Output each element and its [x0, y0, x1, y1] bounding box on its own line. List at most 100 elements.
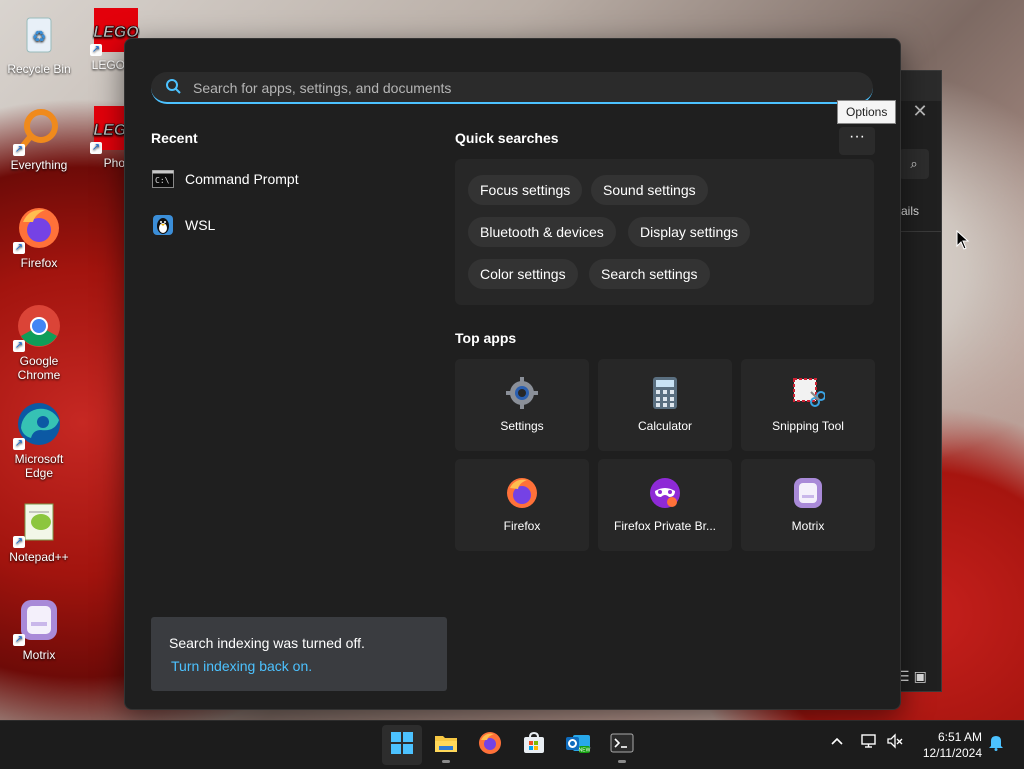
- quick-search-display-settings[interactable]: Display settings: [628, 217, 751, 247]
- notepad-plus-plus-icon: ↗: [13, 498, 63, 548]
- taskbar-outlook[interactable]: NEW: [558, 725, 598, 765]
- firefox-icon: [478, 731, 502, 760]
- quick-search-color-settings[interactable]: Color settings: [468, 259, 578, 289]
- top-app-label: Calculator: [637, 419, 693, 433]
- desktop-icon-notepad-plus-plus[interactable]: ↗ Notepad++: [3, 498, 75, 564]
- search-box[interactable]: [151, 72, 873, 104]
- snipping-tool-icon: [790, 375, 826, 411]
- quick-search-search-settings[interactable]: Search settings: [589, 259, 710, 289]
- top-app-motrix[interactable]: Motrix: [741, 459, 875, 551]
- command-prompt-icon: C:\: [151, 167, 175, 191]
- clock-time: 6:51 AM: [937, 730, 982, 744]
- microsoft-store-icon: [523, 731, 545, 759]
- top-app-label: Settings: [500, 419, 544, 433]
- top-app-snipping-tool[interactable]: Snipping Tool: [741, 359, 875, 451]
- recent-item-wsl[interactable]: WSL: [151, 207, 431, 243]
- desktop-icon-label: Firefox: [20, 256, 58, 270]
- top-app-label: Firefox Private Br...: [613, 519, 717, 533]
- desktop-icon-microsoft-edge[interactable]: ↗ Microsoft Edge: [3, 400, 75, 480]
- background-window-tab-label[interactable]: ails: [901, 204, 919, 218]
- desktop-icon-label: Microsoft Edge: [14, 452, 64, 480]
- recent-item-label: WSL: [185, 217, 216, 233]
- options-tooltip: Options: [837, 100, 897, 124]
- motrix-icon: ↗: [13, 596, 63, 646]
- top-app-firefox-private[interactable]: Firefox Private Br...: [598, 459, 732, 551]
- top-app-firefox[interactable]: Firefox: [455, 459, 589, 551]
- gear-icon: [504, 375, 540, 411]
- quick-searches-panel: Focus settings Sound settings Bluetooth …: [455, 159, 874, 305]
- taskbar-terminal[interactable]: [602, 725, 642, 765]
- svg-text:C:\: C:\: [155, 176, 170, 185]
- quick-search-sound-settings[interactable]: Sound settings: [591, 175, 708, 205]
- shortcut-arrow-icon: ↗: [13, 340, 25, 352]
- top-app-settings[interactable]: Settings: [455, 359, 589, 451]
- start-button[interactable]: [382, 725, 422, 765]
- terminal-icon: [610, 733, 634, 758]
- svg-text:NEW: NEW: [579, 747, 591, 753]
- top-app-label: Motrix: [791, 519, 825, 533]
- top-app-label: Snipping Tool: [772, 419, 844, 433]
- recent-item-command-prompt[interactable]: C:\ Command Prompt: [151, 161, 431, 197]
- bell-icon: [988, 736, 1004, 754]
- shortcut-arrow-icon: ↗: [13, 144, 25, 156]
- motrix-icon: [790, 475, 826, 511]
- shortcut-arrow-icon: ↗: [13, 438, 25, 450]
- volume-status[interactable]: [886, 733, 904, 752]
- notification-center-button[interactable]: [988, 733, 1004, 754]
- recent-title: Recent: [151, 130, 198, 146]
- outlook-icon: NEW: [565, 732, 591, 759]
- tiles-view-icon[interactable]: ▣: [914, 668, 931, 684]
- more-options-button[interactable]: ···: [839, 127, 875, 155]
- start-icon: [391, 731, 413, 759]
- shortcut-arrow-icon: ↗: [13, 634, 25, 646]
- desktop-icon-firefox[interactable]: ↗ Firefox: [3, 204, 75, 270]
- desktop-icon-recycle-bin[interactable]: ♻ Recycle Bin: [3, 10, 75, 76]
- desktop-icon-motrix[interactable]: ↗ Motrix: [3, 596, 75, 662]
- chevron-up-icon: [830, 733, 844, 749]
- search-input[interactable]: [191, 72, 855, 104]
- taskbar-file-explorer[interactable]: [426, 725, 466, 765]
- taskbar-firefox[interactable]: [470, 725, 510, 765]
- top-app-calculator[interactable]: Calculator: [598, 359, 732, 451]
- everything-search-icon: ↗: [13, 106, 63, 156]
- desktop-icon-everything[interactable]: ↗ Everything: [3, 106, 75, 172]
- search-icon: [165, 78, 181, 99]
- recent-item-label: Command Prompt: [185, 171, 299, 187]
- taskbar: NEW 6:51 AM 12/11/2024: [0, 720, 1024, 769]
- clock[interactable]: 6:51 AM 12/11/2024: [912, 729, 982, 761]
- desktop-icon-google-chrome[interactable]: ↗ Google Chrome: [3, 302, 75, 382]
- quick-search-focus-settings[interactable]: Focus settings: [468, 175, 583, 205]
- running-indicator: [442, 760, 450, 763]
- chrome-icon: ↗: [13, 302, 63, 352]
- top-app-label: Firefox: [503, 519, 541, 533]
- desktop-icon-label: Google Chrome: [17, 354, 61, 382]
- turn-indexing-on-link[interactable]: Turn indexing back on.: [171, 658, 312, 674]
- network-icon: [860, 734, 878, 752]
- background-window-search-button[interactable]: ⌕: [899, 149, 929, 179]
- desktop-icon-label: Everything: [10, 158, 68, 172]
- show-hidden-icons-button[interactable]: [830, 733, 844, 749]
- search-icon: ⌕: [910, 156, 918, 171]
- file-explorer-icon: [434, 733, 458, 758]
- recycle-bin-icon: ♻: [15, 10, 63, 58]
- wsl-penguin-icon: [151, 213, 175, 237]
- indexing-notice: Search indexing was turned off. Turn ind…: [151, 617, 447, 691]
- calculator-icon: [647, 375, 683, 411]
- shortcut-arrow-icon: ↗: [90, 44, 102, 56]
- mouse-cursor-icon: [956, 229, 970, 255]
- desktop-icon-label: Recycle Bin: [7, 62, 71, 76]
- shortcut-arrow-icon: ↗: [90, 142, 102, 154]
- background-window-close-button[interactable]: ✕: [902, 96, 938, 126]
- taskbar-microsoft-store[interactable]: [514, 725, 554, 765]
- clock-date: 12/11/2024: [922, 746, 982, 760]
- firefox-private-icon: [647, 475, 683, 511]
- running-indicator: [618, 760, 626, 763]
- volume-muted-icon: [886, 733, 904, 752]
- indexing-message: Search indexing was turned off.: [169, 635, 365, 651]
- view-mode-icons[interactable]: ☰▣: [897, 668, 931, 685]
- shortcut-arrow-icon: ↗: [13, 536, 25, 548]
- top-apps-title: Top apps: [455, 330, 517, 346]
- desktop-icon-label: Motrix: [22, 648, 56, 662]
- quick-search-bluetooth-devices[interactable]: Bluetooth & devices: [468, 217, 616, 247]
- network-status[interactable]: [860, 733, 878, 752]
